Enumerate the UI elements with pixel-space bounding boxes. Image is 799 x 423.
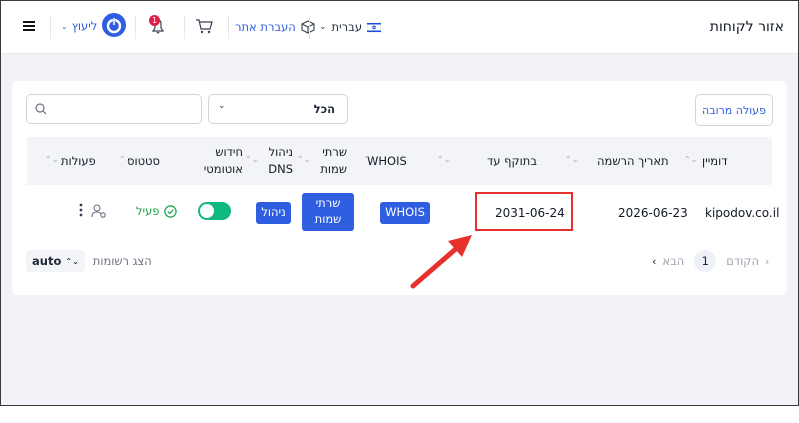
sort-icon[interactable]: ⌃⌄: [565, 155, 578, 164]
red-arrow-icon: [410, 235, 472, 289]
column-header-actions: פעולות: [61, 154, 96, 168]
sort-icon[interactable]: ⌃⌄: [45, 155, 58, 164]
divider: [50, 15, 51, 39]
filter-value: הכל: [313, 102, 335, 116]
chevron-down-icon: ⌄: [61, 21, 68, 31]
sort-arrows-icon: ⌃⌄: [65, 256, 79, 266]
status-badge: פעיל: [136, 204, 177, 218]
pagination: ‹ הבא 1 הקודם ›: [652, 250, 769, 272]
chevron-right-icon: ›: [764, 254, 770, 268]
table-header: דומיין ⌃⌄ תאריך הרשמה ⌃⌄ בתוקף עד ⌃⌄ WHO…: [27, 137, 772, 185]
consult-label: ליעוץ: [71, 19, 98, 33]
power-icon: [101, 12, 127, 41]
search-icon: [35, 103, 47, 115]
search-input[interactable]: [26, 94, 202, 124]
dns-manage-button[interactable]: ניהול: [256, 202, 291, 224]
app-window: ⌄ ליעוץ 1 העברת אתר ⌄ עברית אזור לקוחות …: [0, 0, 799, 406]
page-size-control: auto ⌃⌄ הצג רשומות: [26, 250, 152, 272]
divider: [184, 15, 185, 39]
show-records-label: הצג רשומות: [92, 254, 152, 268]
menu-icon[interactable]: [23, 17, 39, 35]
column-header-expires[interactable]: בתוקף עד: [487, 137, 557, 185]
status-label: פעיל: [136, 204, 160, 218]
chevron-left-icon: ‹: [652, 254, 657, 268]
page-size-value: auto: [32, 254, 62, 268]
divider: [309, 15, 310, 39]
language-selector[interactable]: ⌄ עברית: [319, 17, 382, 37]
divider: [135, 15, 136, 39]
transfer-site-label: העברת אתר: [235, 20, 296, 34]
cart-icon[interactable]: [195, 16, 217, 36]
notification-badge: 1: [149, 15, 160, 26]
sort-icon[interactable]: ⌃⌄: [684, 155, 697, 164]
registered-date-cell: 2026-06-23: [618, 206, 688, 220]
column-header-auto-renew[interactable]: חידוש אוטומטי: [195, 137, 243, 185]
israel-flag-icon: [367, 21, 382, 33]
prev-page-button[interactable]: הקודם: [726, 254, 759, 268]
divider: [228, 15, 229, 39]
column-header-domain[interactable]: דומיין: [702, 137, 762, 185]
column-header-nameservers[interactable]: שרתי שמות: [307, 137, 351, 185]
page-size-select[interactable]: auto ⌃⌄: [26, 250, 85, 272]
chevron-down-icon: ⌄: [319, 22, 327, 32]
sort-icon[interactable]: ⌃⌄: [437, 155, 450, 164]
highlight-box: [475, 192, 573, 231]
column-header-registered[interactable]: תאריך הרשמה: [597, 137, 677, 185]
transfer-site-button[interactable]: העברת אתר: [235, 17, 315, 37]
notifications-button[interactable]: 1: [147, 15, 173, 37]
consult-button[interactable]: ⌄ ליעוץ: [61, 12, 127, 41]
whois-button[interactable]: WHOIS: [380, 202, 430, 224]
nameservers-button[interactable]: שרתי שמות: [302, 193, 354, 231]
language-label: עברית: [331, 20, 363, 34]
check-circle-icon: [163, 204, 177, 218]
sort-icon[interactable]: ⌃⌄: [245, 155, 258, 164]
column-header-dns[interactable]: ניהול DNS: [253, 137, 293, 185]
domains-card: ⌄ הכל פעולה מרובה דומיין ⌃⌄ תאריך הרשמה …: [12, 81, 787, 295]
sort-icon[interactable]: ⌃⌄: [119, 155, 132, 164]
page-title: אזור לקוחות: [709, 19, 784, 35]
auto-renew-toggle[interactable]: [198, 202, 231, 220]
sort-icon[interactable]: ⌃⌄: [297, 155, 310, 164]
next-page-button[interactable]: הבא: [662, 254, 684, 268]
toggle-knob: [200, 204, 214, 218]
sort-icon[interactable]: ⌃⌄: [363, 155, 376, 164]
top-bar: ⌄ ליעוץ 1 העברת אתר ⌄ עברית אזור לקוחות: [1, 1, 798, 54]
current-page[interactable]: 1: [694, 250, 717, 272]
bulk-action-button[interactable]: פעולה מרובה: [695, 94, 773, 126]
user-settings-icon[interactable]: [91, 203, 107, 222]
filter-select[interactable]: ⌄ הכל: [208, 94, 348, 124]
chevron-down-icon: ⌄: [218, 101, 226, 111]
more-options-icon[interactable]: [78, 202, 84, 221]
domain-cell[interactable]: kipodov.co.il: [705, 206, 779, 220]
column-header-status[interactable]: סטטוס: [127, 137, 171, 185]
box-icon: [301, 20, 315, 34]
